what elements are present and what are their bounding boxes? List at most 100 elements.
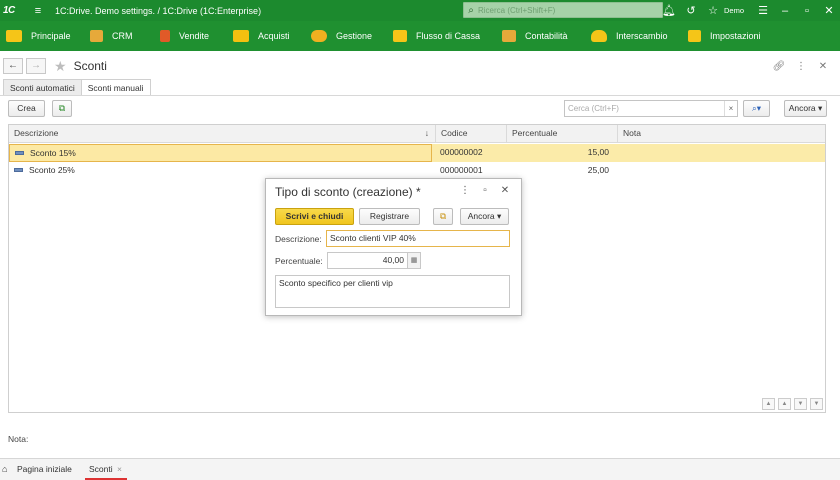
chevron-down-icon: ▾ [494, 211, 502, 221]
sort-down-icon: ↓ [424, 128, 429, 138]
section-flusso-di-cassa[interactable]: Flusso di Cassa [389, 21, 484, 51]
home-icon [6, 30, 22, 42]
section-vendite[interactable]: Vendite [156, 21, 213, 51]
register-button[interactable]: Registrare [359, 208, 420, 225]
discount-type-dialog: Tipo di sconto (creazione) * ⋮ ▫ ✕ Scriv… [265, 178, 522, 316]
column-header-descrizione[interactable]: Descrizione ↓ [9, 125, 435, 143]
section-label: Flusso di Cassa [416, 31, 481, 41]
tab-pagina-iniziale[interactable]: Pagina iniziale [17, 459, 72, 480]
save-and-close-button[interactable]: Scrivi e chiudi [275, 208, 354, 225]
nota-label: Nota: [8, 434, 29, 444]
more-vertical-icon[interactable]: ⋮ [790, 61, 812, 72]
window-title: 1C:Drive. Demo settings. / 1C:Drive (1C:… [55, 5, 262, 16]
maximize-icon[interactable]: ▫ [475, 185, 495, 196]
column-header-percentuale[interactable]: Percentuale [506, 125, 617, 143]
column-label: Descrizione [14, 128, 59, 138]
section-gestione[interactable]: Gestione [307, 21, 376, 51]
cell-percentuale[interactable]: 25,00 [506, 162, 614, 180]
chevron-down-icon: ▾ [815, 103, 823, 113]
minimize-icon[interactable]: – [774, 5, 796, 17]
scroll-bottom-icon[interactable]: ▼ [810, 398, 823, 410]
table-row[interactable]: Sconto 15% 000000002 15,00 [9, 144, 825, 162]
bell-icon[interactable]: 🔔︎ [658, 4, 680, 17]
dialog-title: Tipo di sconto (creazione) * [275, 185, 421, 199]
cell-codice[interactable]: 000000002 [435, 144, 506, 162]
more-label: Ancora [788, 103, 816, 113]
list-toolbar: Crea ⧉ Cerca (Ctrl+F) × ⌕▾ Ancora ▾ [8, 100, 830, 118]
list-search-input[interactable]: Cerca (Ctrl+F) × [564, 100, 738, 117]
sales-icon [160, 30, 170, 42]
scroll-up-icon[interactable]: ▲ [778, 398, 791, 410]
section-impostazioni[interactable]: Impostazioni [684, 21, 765, 51]
cell-nota[interactable] [617, 144, 825, 162]
section-label: CRM [112, 31, 133, 41]
favorites-star-icon[interactable]: ☆ [702, 4, 724, 17]
tab-sconti-manuali[interactable]: Sconti manuali [80, 79, 151, 96]
window-tab-label: Sconti [89, 464, 113, 474]
global-search-input[interactable]: ⌕ Ricerca (Ctrl+Shift+F) [463, 2, 663, 18]
object-structure-icon[interactable]: ⧉ [433, 208, 453, 225]
section-acquisti[interactable]: Acquisti [229, 21, 294, 51]
clear-search-icon[interactable]: × [724, 101, 737, 116]
copy-add-icon[interactable]: ⧉ [52, 100, 72, 117]
tab-divider [0, 95, 840, 96]
section-label: Interscambio [616, 31, 668, 41]
truck-icon [233, 30, 249, 42]
memo-textarea[interactable]: Sconto specifico per clienti vip [275, 275, 510, 308]
catalog-item-icon [15, 150, 24, 155]
cash-icon [393, 30, 407, 42]
form-header: ← → ★ Sconti 🔗︎ ⋮ ✕ [0, 54, 840, 78]
percentuale-input[interactable]: 40,00 [327, 252, 408, 269]
history-icon[interactable]: ↺ [680, 4, 702, 17]
section-label: Impostazioni [710, 31, 761, 41]
section-label: Gestione [336, 31, 373, 41]
cell-descrizione[interactable]: Sconto 15% [9, 144, 432, 162]
global-search-placeholder: Ricerca (Ctrl+Shift+F) [478, 5, 556, 15]
search-icon: ⌕ [468, 4, 474, 16]
main-menu-icon[interactable]: ≡ [31, 5, 45, 17]
column-header-codice[interactable]: Codice [435, 125, 506, 143]
link-icon[interactable]: 🔗︎ [768, 61, 790, 72]
tab-sconti-window[interactable]: Sconti × [85, 459, 127, 480]
scroll-top-icon[interactable]: ▲ [762, 398, 775, 410]
calculator-icon[interactable]: ▦ [408, 252, 421, 269]
close-tab-icon[interactable]: × [117, 464, 122, 474]
search-icon: ⌕▾ [751, 103, 762, 113]
section-crm[interactable]: CRM [86, 21, 137, 51]
app-logo: 1C [3, 5, 15, 16]
maximize-icon[interactable]: ▫ [796, 5, 818, 17]
close-window-icon[interactable]: ✕ [818, 4, 840, 17]
table-header: Descrizione ↓ Codice Percentuale Nota [9, 125, 825, 143]
table-scroll-controls: ▲ ▲ ▼ ▼ [759, 398, 823, 412]
ledger-icon [502, 30, 516, 42]
more-button[interactable]: Ancora ▾ [784, 100, 827, 117]
cloud-icon [591, 30, 607, 42]
settings-menu-icon[interactable]: ☰ [752, 4, 774, 17]
forward-arrow-icon[interactable]: → [26, 58, 46, 74]
user-name[interactable]: Demo [724, 6, 752, 15]
close-form-icon[interactable]: ✕ [812, 61, 834, 72]
dialog-more-button[interactable]: Ancora ▾ [460, 208, 509, 225]
section-principale[interactable]: Principale [2, 21, 75, 51]
favorite-star-icon[interactable]: ★ [54, 58, 67, 75]
home-icon[interactable]: ⌂ [2, 459, 7, 480]
cell-text: Sconto 25% [29, 165, 75, 175]
back-arrow-icon[interactable]: ← [3, 58, 23, 74]
crm-icon [90, 30, 103, 42]
cell-percentuale[interactable]: 15,00 [506, 144, 614, 162]
section-label: Contabilità [525, 31, 568, 41]
scroll-down-icon[interactable]: ▼ [794, 398, 807, 410]
search-placeholder: Cerca (Ctrl+F) [568, 104, 619, 113]
tab-sconti-automatici[interactable]: Sconti automatici [3, 79, 82, 96]
descrizione-input[interactable]: Sconto clienti VIP 40% [326, 230, 510, 247]
cell-nota[interactable] [617, 162, 825, 180]
search-button[interactable]: ⌕▾ [743, 100, 770, 117]
column-header-nota[interactable]: Nota [617, 125, 825, 143]
section-label: Acquisti [258, 31, 290, 41]
section-interscambio[interactable]: Interscambio [587, 21, 672, 51]
section-contabilita[interactable]: Contabilità [498, 21, 572, 51]
open-windows-bar: ⌂ Pagina iniziale Sconti × [0, 458, 840, 480]
close-dialog-icon[interactable]: ✕ [495, 185, 515, 196]
create-button[interactable]: Crea [8, 100, 45, 117]
more-vertical-icon[interactable]: ⋮ [455, 185, 475, 196]
